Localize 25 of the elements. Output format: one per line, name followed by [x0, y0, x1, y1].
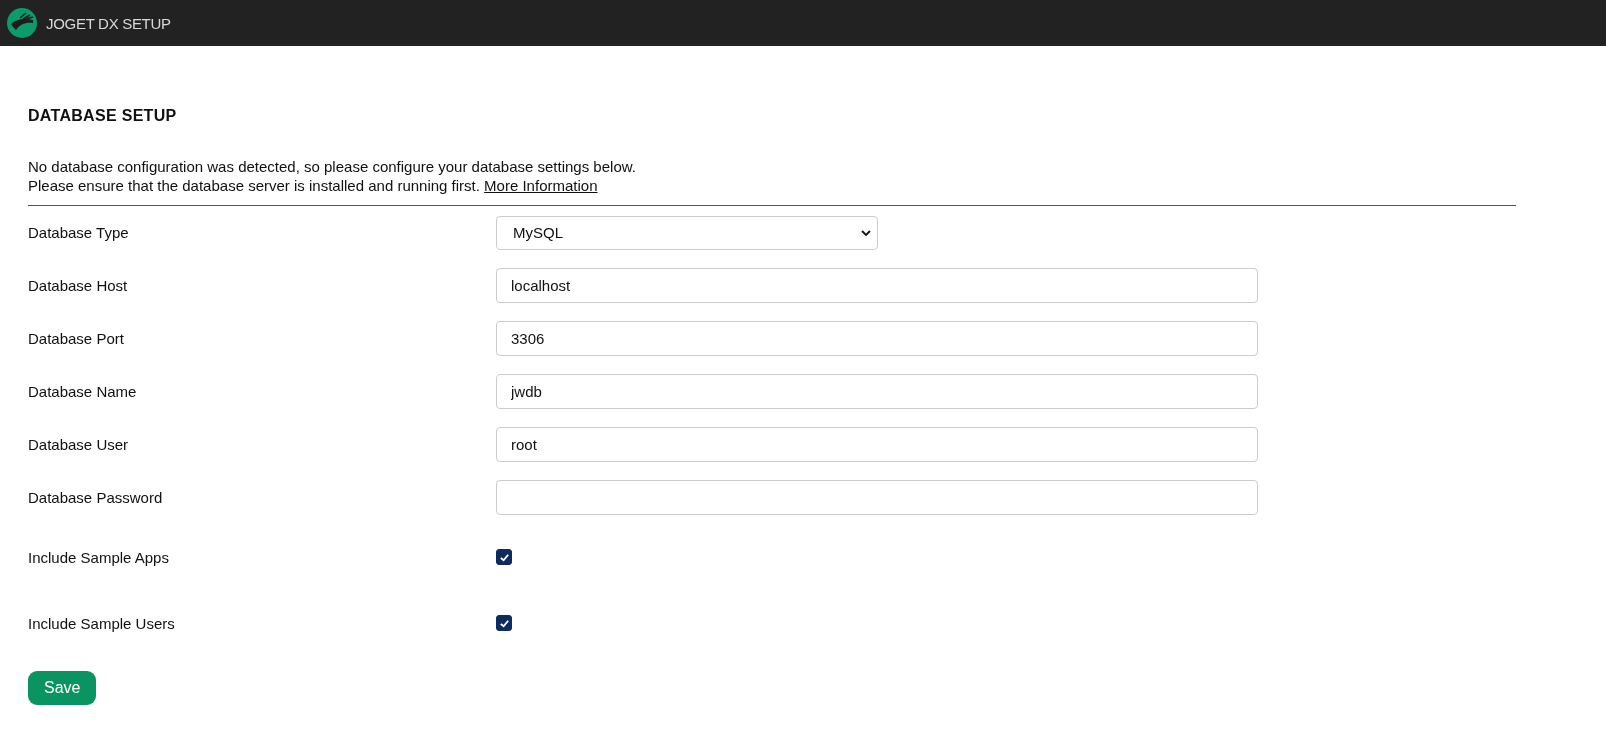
more-information-link[interactable]: More Information: [484, 177, 598, 194]
input-field[interactable]: root: [496, 427, 1258, 462]
input-field[interactable]: 3306: [496, 321, 1258, 356]
checkmark-icon: [498, 617, 510, 629]
input-field[interactable]: localhost: [496, 268, 1258, 303]
checkmark-icon: [498, 551, 510, 563]
app-title: JOGET DX SETUP: [46, 14, 171, 32]
checkbox[interactable]: [496, 549, 512, 565]
chevron-down-icon: [861, 229, 871, 236]
field-label: Include Sample Apps: [28, 548, 170, 566]
field-label: Include Sample Users: [28, 614, 176, 632]
field-label: Database User: [28, 436, 130, 453]
section-title: DATABASE SETUP: [28, 107, 178, 125]
field-label: Database Host: [28, 277, 129, 294]
input-field[interactable]: jwdb: [496, 374, 1258, 409]
field-label: Database Password: [28, 489, 164, 506]
save-button[interactable]: Save: [28, 671, 97, 705]
password-field[interactable]: [496, 480, 1258, 515]
field-label: Database Port: [28, 330, 125, 347]
logo-icon: [6, 7, 38, 39]
database-type-dropdown[interactable]: MySQL: [496, 215, 878, 250]
intro-text: No database configuration was detected, so please configure your database settings below. Please ensure that the database server is installed and running first. More Information: [28, 157, 637, 195]
field-label: Database Name: [28, 383, 138, 400]
field-label: Database Type: [28, 224, 130, 241]
checkbox[interactable]: [496, 615, 512, 631]
